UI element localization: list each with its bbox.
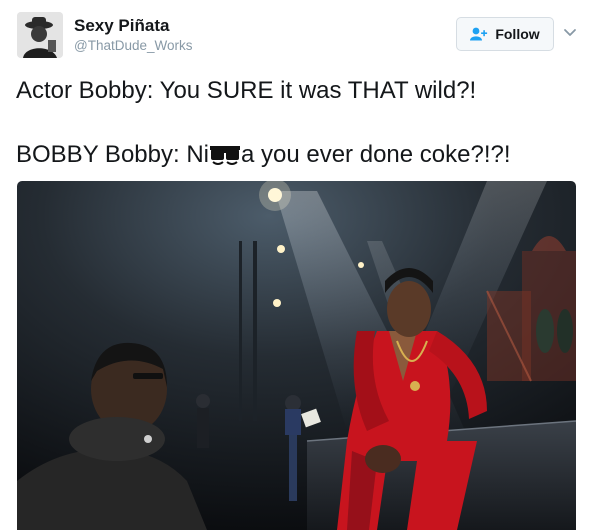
follow-button[interactable]: Follow — [456, 17, 554, 51]
follow-label: Follow — [495, 26, 540, 42]
display-name[interactable]: Sexy Piñata — [74, 15, 193, 37]
user-names: Sexy Piñata @ThatDude_Works — [74, 15, 193, 55]
avatar[interactable] — [17, 12, 63, 58]
tweet-line-2-prefix: BOBBY Bobby: Ni — [16, 141, 209, 168]
sunglasses-emoji-icon — [209, 143, 240, 175]
tweet-line-2-suffix: a you ever done coke?!?! — [240, 141, 511, 168]
avatar-photo — [17, 12, 63, 58]
chevron-down-icon[interactable] — [562, 27, 578, 39]
tweet-line-1: Actor Bobby: You SURE it was THAT wild?! — [16, 77, 477, 104]
tweet-photo[interactable] — [17, 181, 576, 530]
stage-scene-photo — [17, 181, 576, 530]
tweet-line-2: BOBBY Bobby: Ni a you ever done coke?!?! — [16, 139, 576, 175]
user-handle[interactable]: @ThatDude_Works — [74, 37, 193, 55]
tweet-text: Actor Bobby: You SURE it was THAT wild?!… — [16, 75, 576, 175]
tweet-header: Sexy Piñata @ThatDude_Works Follow — [17, 12, 582, 62]
add-user-icon — [470, 27, 488, 41]
